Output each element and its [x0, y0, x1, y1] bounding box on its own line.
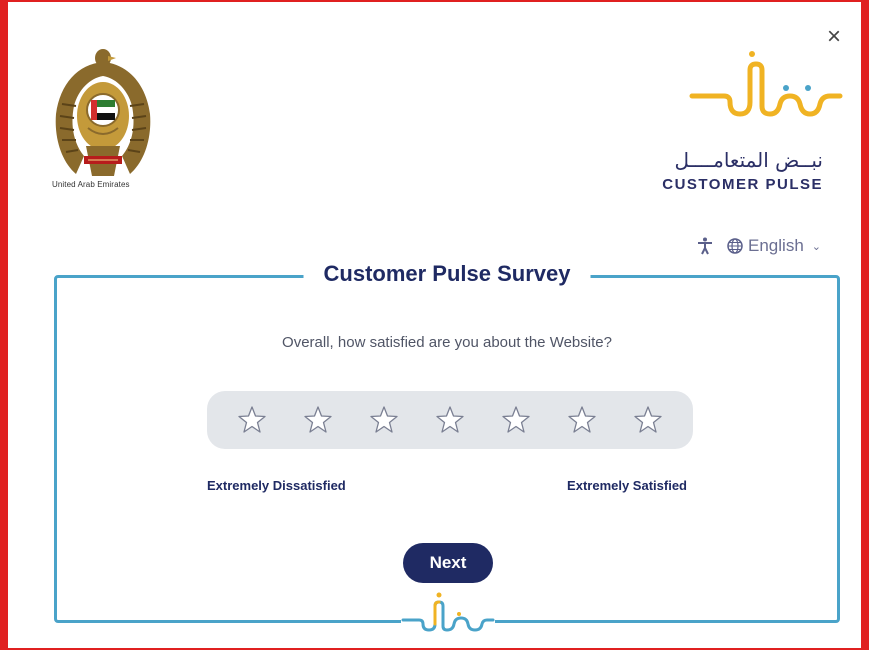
- brand-english-name: CUSTOMER PULSE: [662, 176, 823, 193]
- language-selector[interactable]: English ⌄: [726, 236, 821, 256]
- star-3-icon[interactable]: [369, 405, 399, 435]
- star-1-icon[interactable]: [237, 405, 267, 435]
- next-button[interactable]: Next: [403, 543, 493, 583]
- scale-high-label: Extremely Satisfied: [567, 478, 687, 493]
- star-7-icon[interactable]: [633, 405, 663, 435]
- survey-panel: Customer Pulse Survey Overall, how satis…: [54, 261, 840, 634]
- star-5-icon[interactable]: [501, 405, 531, 435]
- survey-title: Customer Pulse Survey: [303, 261, 591, 287]
- star-4-icon[interactable]: [435, 405, 465, 435]
- globe-icon: [727, 238, 743, 254]
- customer-pulse-logo: [689, 51, 843, 117]
- scale-low-label: Extremely Dissatisfied: [207, 478, 346, 493]
- pulse-mark-icon: [401, 592, 495, 632]
- star-rating: [207, 391, 693, 449]
- survey-question: Overall, how satisfied are you about the…: [282, 334, 612, 351]
- language-label: English: [748, 236, 804, 255]
- accessibility-icon[interactable]: [696, 237, 714, 255]
- top-tools: English ⌄: [696, 236, 821, 256]
- chevron-down-icon: ⌄: [811, 240, 821, 253]
- star-6-icon[interactable]: [567, 405, 597, 435]
- bottom-brand-mark: [401, 590, 495, 634]
- uae-emblem-logo: [55, 49, 151, 176]
- uae-caption: United Arab Emirates: [52, 180, 130, 189]
- brand-arabic-name: نبــض المتعامــــل: [674, 148, 823, 172]
- star-2-icon[interactable]: [303, 405, 333, 435]
- close-button[interactable]: ×: [823, 25, 845, 49]
- dialog-frame: × United Arab Emirates نبــض المتعامــــ…: [0, 0, 869, 650]
